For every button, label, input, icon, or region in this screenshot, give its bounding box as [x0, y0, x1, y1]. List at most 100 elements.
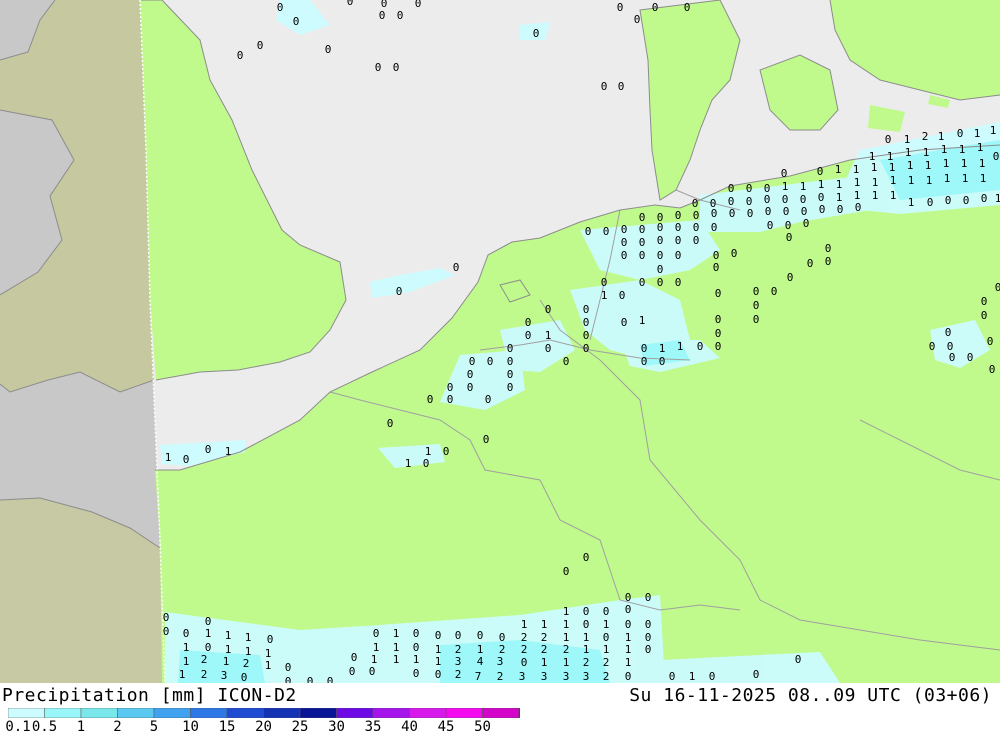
color-scale-swatch — [336, 708, 374, 718]
map-canvas: 000 00 00 000 000000 00 00 1 2 1 0 1 11 1 1 1 1 1 100 1 1 1 1 1… — [0, 0, 1000, 688]
point-value: 0 — [753, 285, 760, 298]
precipitation-map[interactable]: 0000000000000000000012101111111110011111… — [0, 0, 1000, 688]
point-value: 1 — [854, 176, 861, 189]
point-value: 0 — [625, 618, 632, 631]
point-value: 3 — [541, 670, 548, 683]
point-value: 1 — [853, 163, 860, 176]
point-value: 1 — [905, 146, 912, 159]
point-value: 0 — [583, 605, 590, 618]
point-value: 0 — [981, 295, 988, 308]
point-value: 0 — [521, 656, 528, 669]
point-value: 0 — [645, 618, 652, 631]
point-value: 0 — [731, 247, 738, 260]
point-value: 3 — [455, 655, 462, 668]
point-value: 0 — [715, 327, 722, 340]
point-value: 1 — [908, 174, 915, 187]
point-value: 0 — [563, 565, 570, 578]
point-value: 4 — [477, 655, 484, 668]
point-value: 2 — [521, 643, 528, 656]
color-scale-swatch — [80, 708, 118, 718]
point-value: 0 — [241, 671, 248, 683]
point-value: 0 — [639, 249, 646, 262]
point-value: 0 — [603, 225, 610, 238]
point-value: 0 — [639, 276, 646, 289]
point-value: 0 — [477, 629, 484, 642]
point-value: 0 — [767, 219, 774, 232]
point-value: 1 — [601, 289, 608, 302]
point-value: 1 — [435, 655, 442, 668]
point-value: 2 — [243, 657, 250, 670]
point-value: 1 — [941, 143, 948, 156]
point-value: 0 — [639, 236, 646, 249]
point-value: 0 — [205, 443, 212, 456]
point-value: 2 — [455, 668, 462, 681]
point-value: 0 — [675, 234, 682, 247]
point-value: 0 — [507, 368, 514, 381]
point-value: 0 — [641, 342, 648, 355]
color-scale-swatch — [226, 708, 264, 718]
point-value: 0 — [583, 303, 590, 316]
point-value: 0 — [415, 0, 422, 10]
point-value: 0 — [507, 381, 514, 394]
point-value: 0 — [585, 225, 592, 238]
map-title: Precipitation [mm] ICON-D2 — [2, 685, 297, 706]
point-value: 0 — [393, 61, 400, 74]
point-value: 0 — [625, 603, 632, 616]
point-value: 1 — [938, 130, 945, 143]
point-value: 0 — [237, 49, 244, 62]
point-value: 0 — [545, 342, 552, 355]
point-value: 2 — [563, 643, 570, 656]
point-value: 0 — [675, 221, 682, 234]
point-value: 0 — [257, 39, 264, 52]
point-value: 0 — [995, 281, 1000, 294]
point-value: 0 — [621, 249, 628, 262]
point-value: 2 — [201, 668, 208, 681]
footer: Precipitation [mm] ICON-D2 Su 16-11-2025… — [0, 683, 1000, 735]
point-value: 0 — [435, 668, 442, 681]
point-value: 1 — [583, 643, 590, 656]
point-value: 0 — [641, 355, 648, 368]
point-value: 0 — [396, 285, 403, 298]
point-value: 0 — [387, 417, 394, 430]
color-scale-swatch — [44, 708, 82, 718]
color-scale-swatch — [518, 708, 520, 718]
point-value: 7 — [475, 670, 482, 683]
point-value: 0 — [583, 316, 590, 329]
point-value: 1 — [835, 163, 842, 176]
point-value: 0 — [583, 618, 590, 631]
color-scale-swatch — [409, 708, 447, 718]
point-value: 1 — [393, 627, 400, 640]
point-value: 1 — [904, 133, 911, 146]
point-value: 0 — [885, 133, 892, 146]
point-value: 2 — [922, 130, 929, 143]
point-value: 0 — [413, 627, 420, 640]
point-value: 1 — [782, 180, 789, 193]
point-value: 1 — [990, 124, 997, 137]
color-scale-swatch — [482, 708, 520, 718]
point-value: 1 — [944, 172, 951, 185]
point-value: 0 — [369, 665, 376, 678]
point-value: 1 — [889, 161, 896, 174]
point-value: 0 — [325, 43, 332, 56]
point-value: 0 — [485, 393, 492, 406]
point-value: 0 — [619, 289, 626, 302]
point-value: 0 — [659, 355, 666, 368]
point-value: 0 — [715, 313, 722, 326]
point-value: 0 — [981, 309, 988, 322]
point-value: 1 — [405, 457, 412, 470]
color-scale-swatch — [445, 708, 483, 718]
point-value: 0 — [675, 276, 682, 289]
point-value: 1 — [871, 161, 878, 174]
point-value: 0 — [601, 80, 608, 93]
point-value: 0 — [583, 329, 590, 342]
point-value: 0 — [375, 61, 382, 74]
color-scale-swatch — [153, 708, 191, 718]
point-value: 0 — [929, 340, 936, 353]
point-value: 0 — [277, 1, 284, 14]
point-value: 0 — [583, 342, 590, 355]
point-value: 1 — [677, 340, 684, 353]
point-value: 0 — [483, 433, 490, 446]
point-value: 1 — [961, 157, 968, 170]
point-value: 0 — [657, 221, 664, 234]
point-value: 1 — [890, 189, 897, 202]
